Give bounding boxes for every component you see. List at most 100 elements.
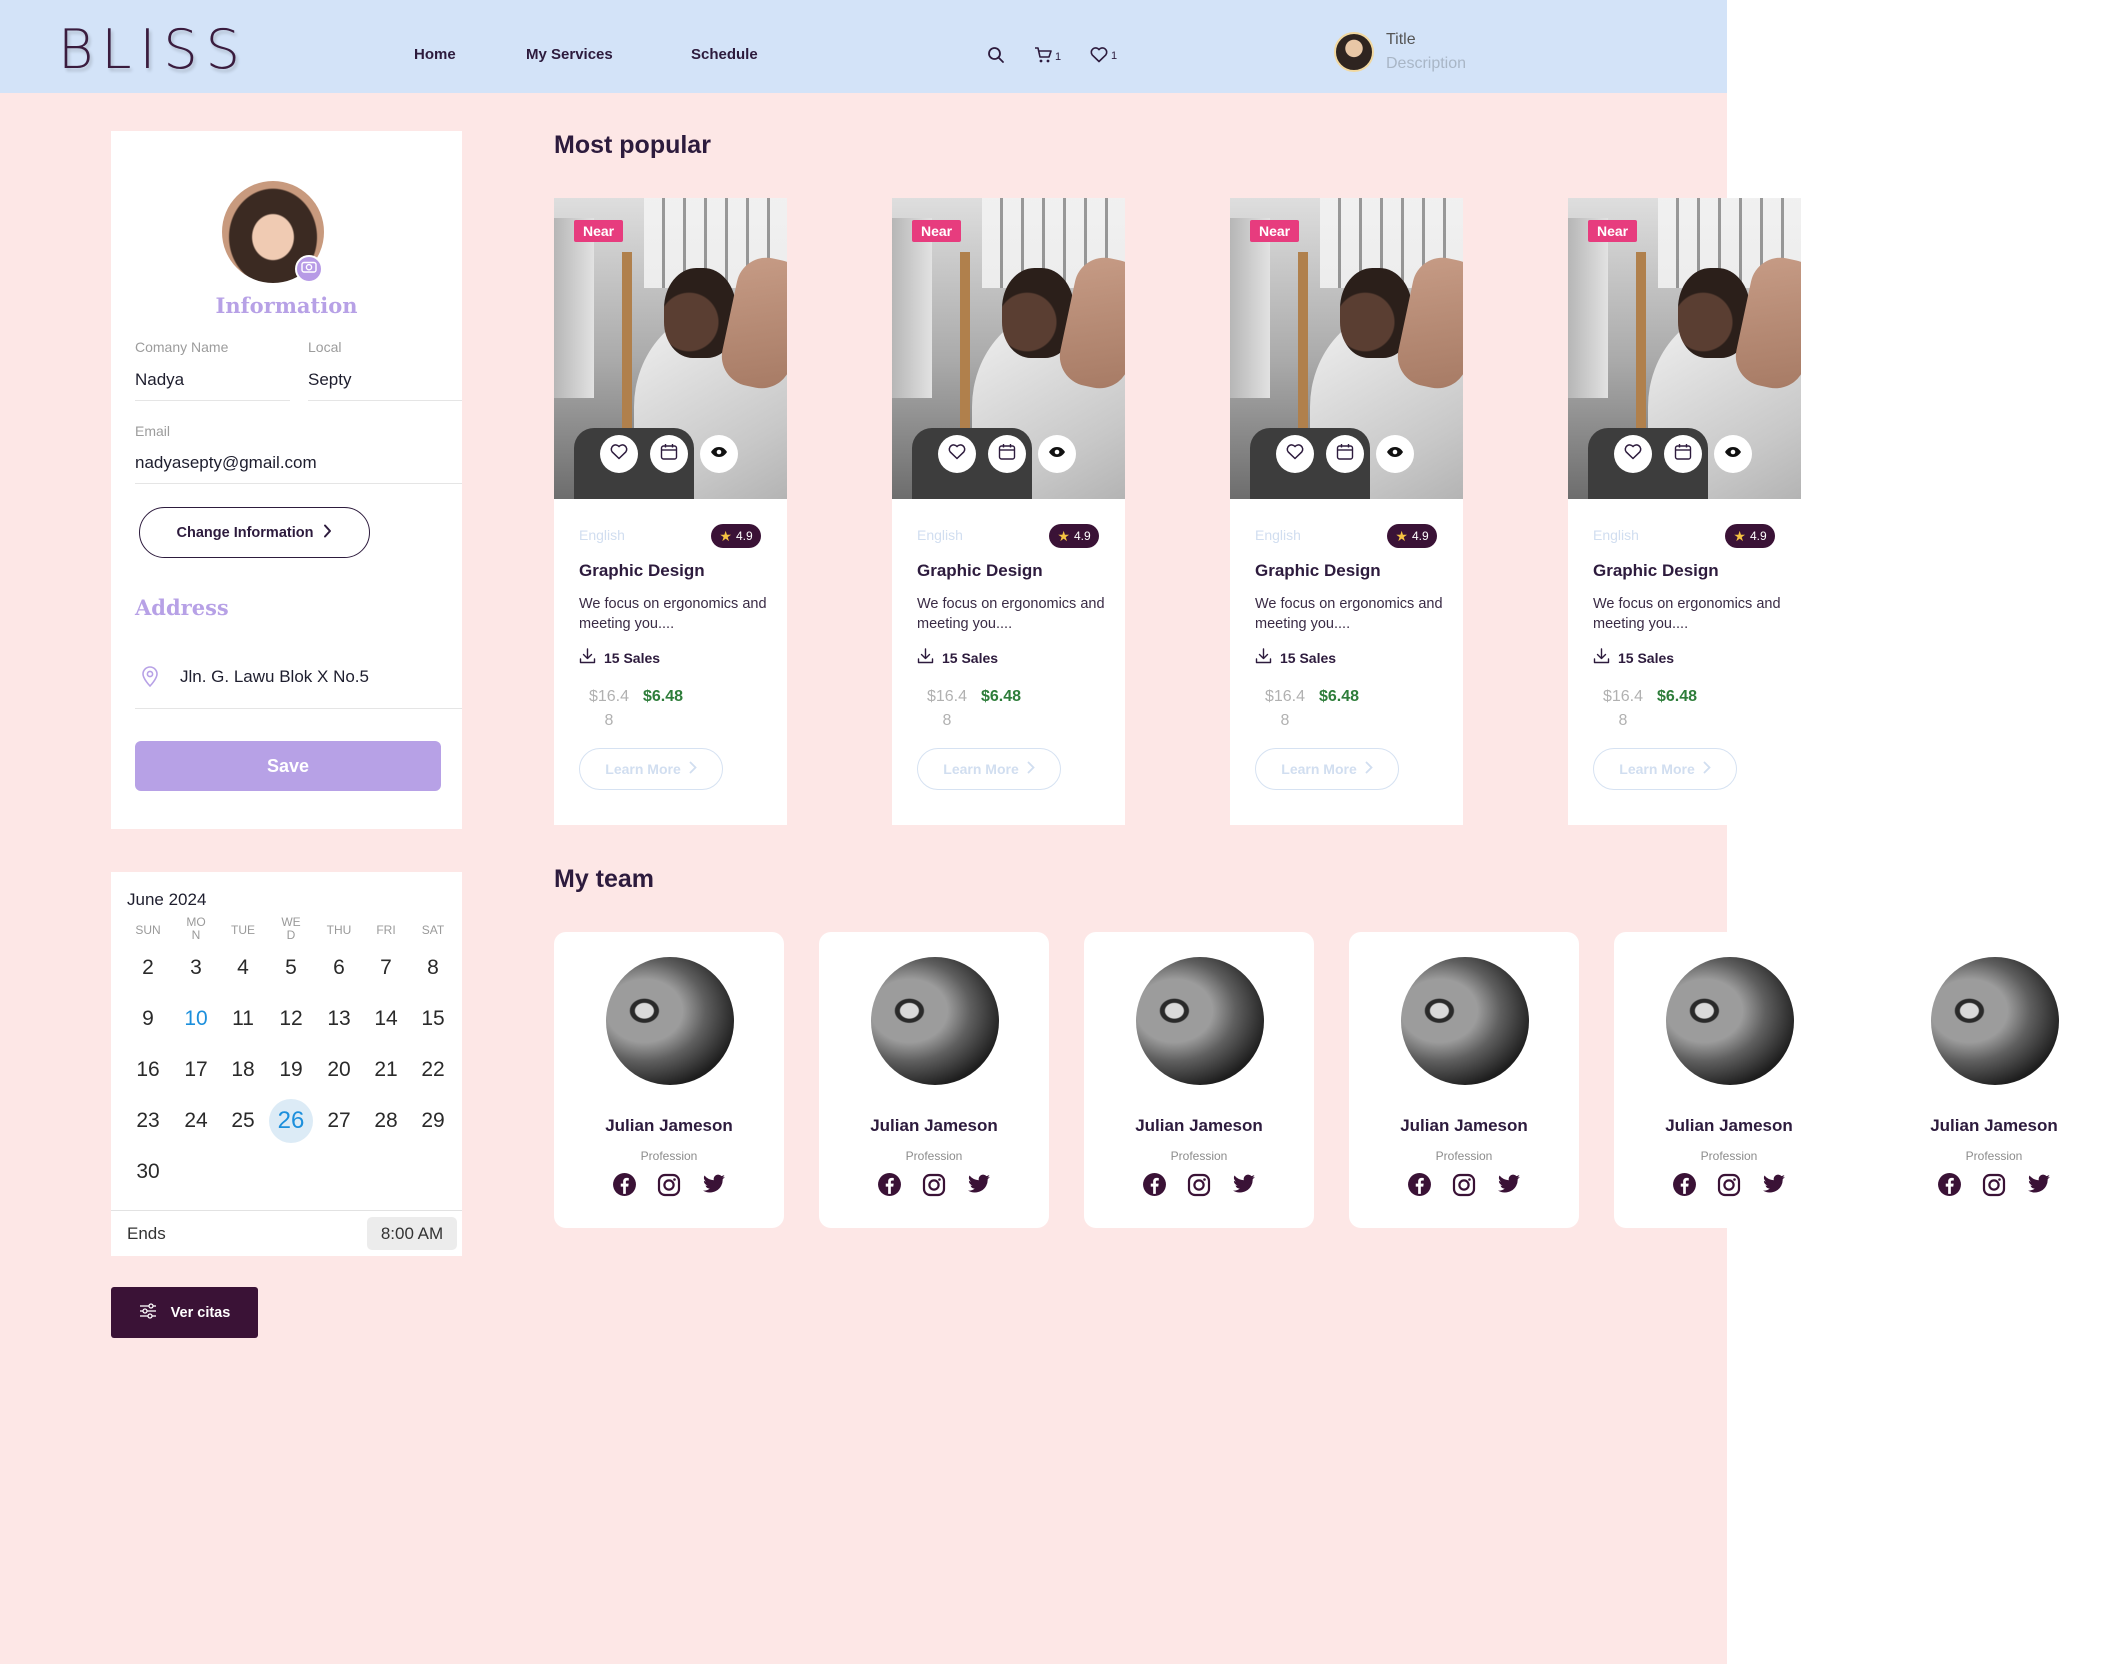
service-card[interactable]: Near English ★ 4.9 Graphic Design We foc…	[1568, 198, 1801, 825]
calendar-day[interactable]: 23	[126, 1099, 170, 1143]
facebook-icon[interactable]	[612, 1172, 637, 1197]
team-member-card[interactable]: Julian Jameson Profession	[554, 932, 784, 1228]
calendar-day[interactable]: 22	[411, 1048, 455, 1092]
calendar-day[interactable]: 6	[317, 946, 361, 990]
calendar-day[interactable]: 18	[221, 1048, 265, 1092]
calendar-day[interactable]: 16	[126, 1048, 170, 1092]
calendar-day[interactable]: 17	[174, 1048, 218, 1092]
instagram-icon[interactable]	[922, 1172, 947, 1197]
ends-time-field[interactable]: 8:00 AM	[367, 1217, 457, 1250]
calendar-day[interactable]: 2	[126, 946, 170, 990]
company-name-field[interactable]: Nadya	[135, 370, 184, 390]
team-member-profession: Profession	[1435, 1149, 1493, 1163]
calendar-day[interactable]: 5	[269, 946, 313, 990]
learn-more-button[interactable]: Learn More	[579, 748, 723, 790]
instagram-icon[interactable]	[1187, 1172, 1212, 1197]
email-field[interactable]: nadyasepty@gmail.com	[135, 453, 317, 473]
view-button[interactable]	[1038, 435, 1076, 473]
calendar-day-selected[interactable]: 26	[269, 1099, 313, 1143]
change-photo-button[interactable]	[295, 255, 323, 283]
view-button[interactable]	[1714, 435, 1752, 473]
favorites-button[interactable]: 1	[1090, 46, 1117, 66]
original-price: $16.48	[926, 688, 968, 729]
calendar-day[interactable]: 19	[269, 1048, 313, 1092]
change-information-button[interactable]: Change Information	[139, 507, 370, 558]
calendar-day[interactable]: 24	[174, 1099, 218, 1143]
facebook-icon[interactable]	[1937, 1172, 1962, 1197]
service-card[interactable]: Near English ★ 4.9 Graphic Design We foc…	[892, 198, 1125, 825]
twitter-icon[interactable]	[967, 1172, 992, 1197]
instagram-icon[interactable]	[1982, 1172, 2007, 1197]
instagram-icon[interactable]	[657, 1172, 682, 1197]
search-button[interactable]	[987, 46, 1005, 67]
service-title: Graphic Design	[1593, 561, 1719, 580]
team-member-card[interactable]: Julian Jameson Profession	[1879, 932, 2102, 1228]
eye-icon	[710, 445, 728, 463]
local-field[interactable]: Septy	[308, 370, 351, 390]
favorite-button[interactable]	[1614, 435, 1652, 473]
team-member-name: Julian Jameson	[1665, 1116, 1793, 1135]
calendar-day[interactable]: 15	[411, 997, 455, 1041]
team-member-card[interactable]: Julian Jameson Profession	[1349, 932, 1579, 1228]
twitter-icon[interactable]	[2027, 1172, 2052, 1197]
learn-more-button[interactable]: Learn More	[917, 748, 1061, 790]
calendar-day[interactable]: 9	[126, 997, 170, 1041]
calendar-day[interactable]: 13	[317, 997, 361, 1041]
team-member-card[interactable]: Julian Jameson Profession	[1084, 932, 1314, 1228]
eye-icon	[1048, 445, 1066, 463]
service-card[interactable]: Near English ★ 4.9 Graphic Design We foc…	[1230, 198, 1463, 825]
favorite-button[interactable]	[1276, 435, 1314, 473]
cart-button[interactable]: 1	[1034, 46, 1061, 67]
calendar-day[interactable]: 10	[174, 997, 218, 1041]
calendar-day[interactable]: 4	[221, 946, 265, 990]
calendar-day[interactable]: 25	[221, 1099, 265, 1143]
twitter-icon[interactable]	[1762, 1172, 1787, 1197]
team-member-card[interactable]: Julian Jameson Profession	[1614, 932, 1844, 1228]
learn-more-button[interactable]: Learn More	[1255, 748, 1399, 790]
calendar-day[interactable]: 29	[411, 1099, 455, 1143]
favorite-button[interactable]	[600, 435, 638, 473]
rating-badge: ★ 4.9	[1049, 524, 1099, 548]
nav-my-services[interactable]: My Services	[526, 46, 613, 63]
user-avatar[interactable]	[1334, 32, 1374, 72]
nav-home[interactable]: Home	[414, 46, 456, 63]
calendar-day[interactable]: 7	[364, 946, 408, 990]
schedule-button[interactable]	[988, 435, 1026, 473]
learn-more-button[interactable]: Learn More	[1593, 748, 1737, 790]
calendar-day[interactable]: 11	[221, 997, 265, 1041]
calendar-day[interactable]: 20	[317, 1048, 361, 1092]
twitter-icon[interactable]	[702, 1172, 727, 1197]
calendar-day[interactable]: 21	[364, 1048, 408, 1092]
view-button[interactable]	[700, 435, 738, 473]
schedule-button[interactable]	[650, 435, 688, 473]
service-title: Graphic Design	[917, 561, 1043, 580]
calendar-day[interactable]: 30	[126, 1150, 170, 1194]
facebook-icon[interactable]	[877, 1172, 902, 1197]
team-member-profession: Profession	[640, 1149, 698, 1163]
view-button[interactable]	[1376, 435, 1414, 473]
twitter-icon[interactable]	[1497, 1172, 1522, 1197]
calendar-day[interactable]: 8	[411, 946, 455, 990]
twitter-icon[interactable]	[1232, 1172, 1257, 1197]
sale-price: $6.48	[1656, 688, 1698, 705]
calendar-day[interactable]: 28	[364, 1099, 408, 1143]
ver-citas-button[interactable]: Ver citas	[111, 1287, 258, 1338]
instagram-icon[interactable]	[1452, 1172, 1477, 1197]
calendar-day[interactable]: 3	[174, 946, 218, 990]
facebook-icon[interactable]	[1672, 1172, 1697, 1197]
favorite-button[interactable]	[938, 435, 976, 473]
save-button[interactable]: Save	[135, 741, 441, 791]
schedule-button[interactable]	[1664, 435, 1702, 473]
nav-schedule[interactable]: Schedule	[691, 46, 758, 63]
calendar-day[interactable]: 27	[317, 1099, 361, 1143]
service-card[interactable]: Near English ★ 4.9 Graphic Design We foc…	[554, 198, 787, 825]
address-field[interactable]: Jln. G. Lawu Blok X No.5	[180, 667, 369, 687]
calendar-day[interactable]: 12	[269, 997, 313, 1041]
facebook-icon[interactable]	[1142, 1172, 1167, 1197]
calendar-day[interactable]: 14	[364, 997, 408, 1041]
team-member-card[interactable]: Julian Jameson Profession	[819, 932, 1049, 1228]
facebook-icon[interactable]	[1407, 1172, 1432, 1197]
logo[interactable]: BLISS	[58, 18, 248, 81]
instagram-icon[interactable]	[1717, 1172, 1742, 1197]
schedule-button[interactable]	[1326, 435, 1364, 473]
